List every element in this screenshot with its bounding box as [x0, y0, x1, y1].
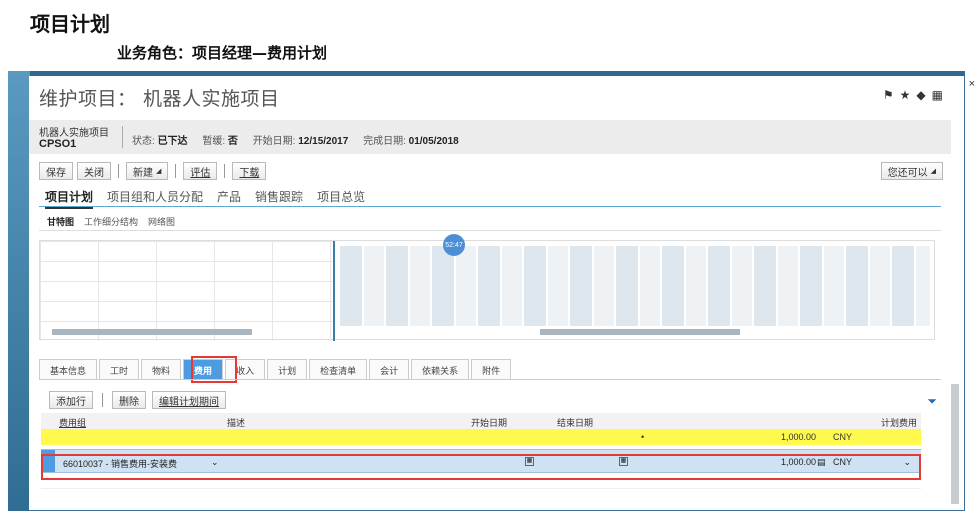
- download-button[interactable]: 下载: [232, 162, 267, 180]
- toolbar-separator: [224, 164, 226, 178]
- detail-tabs: 基本信息 工时 物料 费用 收入 计划 检查清单 会计 依赖关系 附件: [39, 359, 512, 379]
- tab-dependencies[interactable]: 依赖关系: [411, 359, 470, 379]
- selected-row-highlight: [41, 454, 921, 480]
- more-actions: 您还可以 ◢: [880, 162, 943, 180]
- project-attributes: 状态: 已下达 暂缓: 否 开始日期: 12/15/2017 完成日期: 01/…: [132, 132, 471, 147]
- column-expense-group[interactable]: 费用组: [59, 416, 86, 429]
- column-end-date[interactable]: 结束日期: [557, 416, 593, 429]
- download-button-label: 下载: [239, 167, 260, 179]
- table-total-row: • 1,000.00 CNY: [41, 429, 921, 445]
- header-icons: ⚑ ★ ◆ ▦: [883, 88, 943, 102]
- tab-work-hours[interactable]: 工时: [99, 359, 140, 379]
- chevron-down-icon: ◢: [930, 168, 936, 175]
- block-label: 暂缓:: [202, 136, 226, 147]
- tab-checklist[interactable]: 检查清单: [309, 359, 368, 379]
- more-actions-button[interactable]: 您还可以 ◢: [880, 162, 943, 180]
- close-button[interactable]: 关闭: [77, 162, 111, 180]
- detail-toolbar: 添加行 删除 编辑计划期间: [49, 391, 226, 409]
- project-info-bar: 机器人实施项目 CPSO1 状态: 已下达 暂缓: 否 开始日期: 12/15/…: [29, 120, 951, 154]
- gantt-left-scrollbar[interactable]: [52, 329, 252, 335]
- add-row-button[interactable]: 添加行: [49, 391, 93, 409]
- toolbar-separator: [175, 164, 177, 178]
- app-window: 维护项目： 机器人实施项目 ⚑ ★ ◆ ▦ 机器人实施项目 CPSO1 状态: …: [29, 76, 951, 510]
- window-title: 维护项目： 机器人实施项目: [39, 88, 280, 110]
- gantt-chart[interactable]: [39, 240, 935, 341]
- tab-materials[interactable]: 物料: [141, 359, 182, 379]
- filter-icon[interactable]: ⏷: [927, 394, 937, 409]
- delete-button[interactable]: 删除: [112, 391, 146, 409]
- detail-tabs-underline: [39, 379, 941, 380]
- total-currency: CNY: [833, 432, 853, 442]
- page-heading: 项目计划: [30, 12, 110, 36]
- column-start-date[interactable]: 开始日期: [471, 416, 507, 429]
- new-button-label: 新建: [133, 167, 153, 179]
- tab-gantt[interactable]: 甘特图: [47, 215, 74, 228]
- evaluate-button-label: 评估: [190, 167, 211, 179]
- tab-accounting[interactable]: 会计: [369, 359, 410, 379]
- page-subheading: 业务角色：项目经理—费用计划: [117, 44, 328, 62]
- status-label: 状态:: [132, 136, 155, 147]
- gantt-task-grid: [40, 241, 333, 341]
- block-value: 否: [227, 136, 238, 147]
- table-header: 费用组 描述 开始日期 结束日期 计划费用: [41, 413, 921, 429]
- total-amount: 1,000.00: [781, 432, 817, 442]
- toolbar-separator: [118, 164, 119, 178]
- edit-period-label: 编辑计划期间: [159, 396, 219, 408]
- new-button[interactable]: 新建 ◢: [126, 162, 169, 180]
- project-name: 机器人实施项目: [39, 128, 109, 139]
- project-code: CPSO1: [39, 138, 77, 150]
- tag-icon[interactable]: ◆: [916, 88, 925, 102]
- gantt-time-bubble: 52:47: [443, 234, 465, 256]
- info-separator: [122, 126, 123, 148]
- status-value: 已下达: [157, 136, 188, 147]
- tab-wbs[interactable]: 工作细分结构: [84, 215, 138, 228]
- finish-date-value: 01/05/2018: [408, 136, 459, 147]
- chevron-down-icon: ◢: [156, 168, 162, 175]
- gantt-splitter[interactable]: [333, 241, 335, 341]
- total-row-bullet: •: [641, 432, 645, 442]
- more-actions-label: 您还可以: [887, 167, 928, 179]
- start-date-label: 开始日期:: [252, 136, 296, 147]
- tab-network[interactable]: 网络图: [148, 215, 175, 228]
- share-icon[interactable]: ▦: [932, 88, 943, 102]
- gantt-right-scrollbar[interactable]: [540, 329, 740, 335]
- frame-left-strip: [8, 71, 30, 511]
- main-toolbar: 保存 关闭 新建 ◢ 评估 下载: [39, 162, 267, 180]
- start-date-value: 12/15/2017: [298, 136, 349, 147]
- sub-tabs: 甘特图 工作细分结构 网络图: [47, 215, 175, 228]
- close-icon[interactable]: ×: [969, 78, 975, 90]
- sub-tabs-underline: [39, 230, 941, 231]
- gantt-timeline: [340, 246, 930, 326]
- column-description[interactable]: 描述: [227, 416, 245, 429]
- save-button[interactable]: 保存: [39, 162, 73, 180]
- flag-icon[interactable]: ⚑: [883, 88, 894, 102]
- tab-basic-info[interactable]: 基本信息: [39, 359, 98, 379]
- column-planned-cost[interactable]: 计划费用: [881, 416, 917, 429]
- toolbar-separator: [102, 393, 103, 407]
- evaluate-button[interactable]: 评估: [183, 162, 218, 180]
- tab-attachments[interactable]: 附件: [471, 359, 512, 379]
- main-tabs-underline: [39, 206, 941, 207]
- edit-period-button[interactable]: 编辑计划期间: [152, 391, 226, 409]
- star-icon[interactable]: ★: [900, 88, 911, 102]
- vertical-scrollbar[interactable]: [951, 384, 959, 504]
- finish-date-label: 完成日期:: [363, 136, 406, 147]
- tab-plan[interactable]: 计划: [267, 359, 308, 379]
